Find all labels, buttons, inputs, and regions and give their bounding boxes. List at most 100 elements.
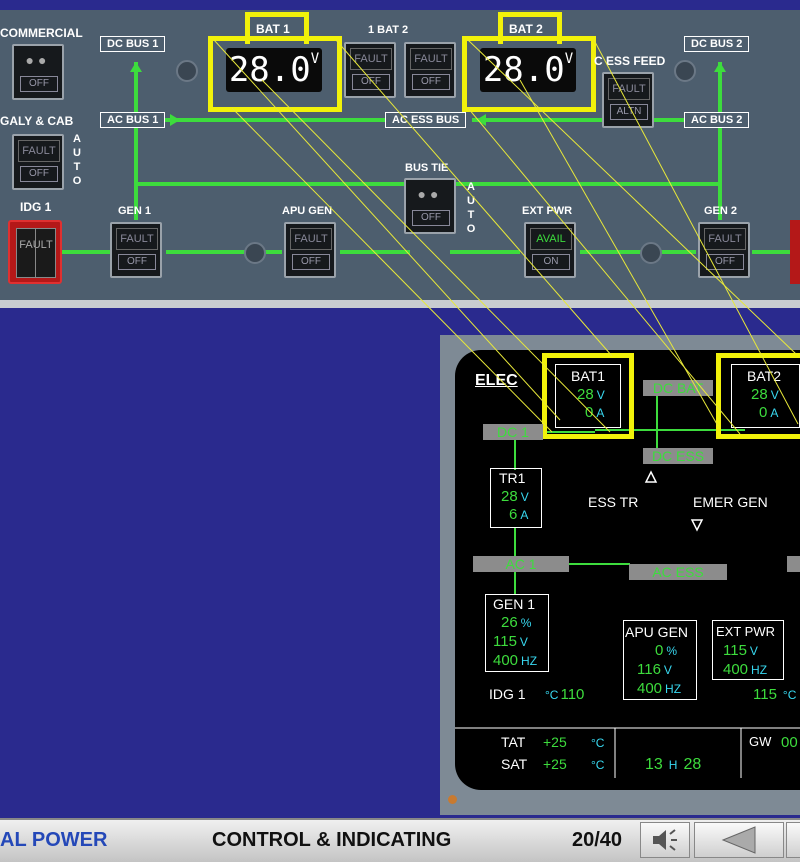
ecam-gen1-label: GEN 1 bbox=[493, 596, 536, 612]
chapter-title: AL POWER bbox=[0, 829, 108, 851]
apu-gen-label: APU GEN bbox=[282, 205, 333, 217]
ecam-tr1-amps: 6A bbox=[509, 506, 529, 523]
annunciator-knob bbox=[176, 60, 198, 82]
ecam-bat1-volts: 28 V bbox=[577, 386, 605, 403]
off-legend: OFF bbox=[352, 74, 390, 90]
divider bbox=[35, 229, 36, 277]
ac-ess-feed-pushbutton[interactable]: FAULT ALTN bbox=[602, 72, 654, 128]
auto-label-bus-tie: AUTO bbox=[466, 181, 476, 235]
fault-legend: FAULT bbox=[17, 239, 55, 251]
previous-page-button[interactable] bbox=[694, 822, 784, 858]
fault-legend: FAULT bbox=[290, 228, 332, 250]
ecam-tat-unit: °C bbox=[591, 736, 605, 750]
ac2-bus-partial bbox=[787, 556, 800, 572]
fault-legend: FAULT bbox=[608, 78, 650, 100]
ecam-gw-label: GW bbox=[749, 734, 772, 749]
ecam-bat1-label: BAT1 bbox=[571, 368, 605, 384]
ecam-sat-label: SAT bbox=[501, 756, 528, 772]
ecam-sat-unit: °C bbox=[591, 758, 605, 772]
ecam-bat1-amps: 0A bbox=[585, 404, 605, 421]
idg2-guarded-pushbutton[interactable] bbox=[790, 220, 800, 284]
commercial-pushbutton[interactable]: ●● OFF bbox=[12, 44, 64, 100]
galy-cab-pushbutton[interactable]: FAULT OFF bbox=[12, 134, 64, 190]
altn-legend: ALTN bbox=[610, 104, 648, 120]
dc-bat-bus: DC BAT bbox=[643, 380, 713, 396]
fault-legend: FAULT bbox=[350, 48, 392, 70]
ecam-tat-value: +25 bbox=[543, 734, 567, 750]
ecam-apu-load: 0% bbox=[655, 642, 678, 659]
bus-tie-pushbutton[interactable]: ●● OFF bbox=[404, 178, 456, 234]
bat2-pushbutton[interactable]: FAULT OFF bbox=[404, 42, 456, 98]
ecam-gen1-load: 26% bbox=[501, 614, 532, 631]
ecam-bat2-amps: 0A bbox=[759, 404, 779, 421]
commercial-label: COMMERCIAL bbox=[0, 26, 83, 40]
course-navigation-bar: AL POWER CONTROL & INDICATING 20/40 bbox=[0, 818, 800, 862]
ext-pwr-label: EXT PWR bbox=[522, 205, 573, 217]
ecam-bat2-volts: 28 V bbox=[751, 386, 779, 403]
ecam-tr1-label: TR1 bbox=[499, 470, 526, 486]
overhead-elec-panel: COMMERCIAL ●● OFF GALY & CAB FAULT OFF A… bbox=[0, 0, 800, 300]
ecam-ext-freq: 400 HZ bbox=[723, 661, 768, 678]
bat1-pushbutton[interactable]: FAULT OFF bbox=[344, 42, 396, 98]
ext-pwr-pushbutton[interactable]: AVAIL ON bbox=[524, 222, 576, 278]
ecam-idg1-label: IDG 1 bbox=[489, 686, 526, 702]
gen2-label: GEN 2 bbox=[704, 205, 738, 217]
fault-legend: FAULT bbox=[410, 48, 452, 70]
indicator-dots: ●● bbox=[25, 52, 51, 68]
audio-button[interactable] bbox=[640, 822, 690, 858]
ac-ess-bus: AC ESS bbox=[629, 564, 727, 580]
off-legend: OFF bbox=[20, 166, 58, 182]
off-legend: OFF bbox=[412, 210, 450, 226]
bat1-voltage-display: 28.0V bbox=[226, 48, 322, 92]
ecam-tat-label: TAT bbox=[501, 734, 526, 750]
page-counter: 20/40 bbox=[572, 829, 623, 851]
ecam-sat-value: +25 bbox=[543, 756, 567, 772]
bat1-label: BAT 1 bbox=[256, 22, 290, 36]
section-title: CONTROL & INDICATING bbox=[212, 829, 452, 851]
ecam-ext-volts: 115 V bbox=[723, 642, 758, 659]
bezel-screw bbox=[448, 795, 457, 804]
ecam-gen1-volts: 115 V bbox=[493, 633, 528, 650]
arrow-left-icon bbox=[721, 826, 756, 854]
bat2-label: BAT 2 bbox=[509, 22, 543, 36]
ecam-clock: 13 H 28 bbox=[645, 756, 702, 773]
ecam-apu-freq: 400 HZ bbox=[637, 680, 682, 697]
annunciator-knob bbox=[244, 242, 266, 264]
gen1-pushbutton[interactable]: FAULT OFF bbox=[110, 222, 162, 278]
avail-legend: AVAIL bbox=[530, 228, 572, 250]
off-legend: OFF bbox=[118, 254, 156, 270]
fault-legend: FAULT bbox=[18, 140, 60, 162]
ecam-tr1-volts: 28 V bbox=[501, 488, 529, 505]
ecam-idg2-temp: 115 °C bbox=[753, 686, 797, 703]
apu-gen-pushbutton[interactable]: FAULT OFF bbox=[284, 222, 336, 278]
auto-label-left: AUTO bbox=[72, 133, 82, 187]
c-ess-feed-label: C ESS FEED bbox=[594, 54, 666, 68]
next-page-button[interactable] bbox=[786, 822, 800, 858]
fault-legend: FAULT bbox=[116, 228, 158, 250]
galy-cab-label: GALY & CAB bbox=[0, 114, 74, 128]
off-legend: OFF bbox=[292, 254, 330, 270]
ecam-bat2-label: BAT2 bbox=[747, 368, 781, 384]
ecam-apu-volts: 116 V bbox=[637, 661, 672, 678]
off-legend: OFF bbox=[706, 254, 744, 270]
ecam-gen1-freq: 400 HZ bbox=[493, 652, 538, 669]
ac1-bus: AC 1 bbox=[473, 556, 569, 572]
ecam-page-title: ELEC bbox=[475, 372, 518, 389]
gen1-label: GEN 1 bbox=[118, 205, 152, 217]
idg1-guarded-pushbutton[interactable]: FAULT bbox=[8, 220, 62, 284]
ac-bus2-label: AC BUS 2 bbox=[684, 112, 750, 128]
gen2-pushbutton[interactable]: FAULT OFF bbox=[698, 222, 750, 278]
idg1-button-face: FAULT bbox=[16, 228, 56, 278]
dc-bus1-label: DC BUS 1 bbox=[100, 36, 166, 52]
indicator-dots: ●● bbox=[417, 186, 443, 202]
ecam-emer-gen-label: EMER GEN bbox=[693, 494, 768, 510]
off-legend: OFF bbox=[412, 74, 450, 90]
ecam-gw-value: 00 bbox=[781, 734, 798, 751]
dc-ess-bus: DC ESS bbox=[643, 448, 713, 464]
ecam-apu-gen-label: APU GEN bbox=[625, 624, 689, 640]
panel-bottom-edge bbox=[0, 300, 800, 308]
ecam-ess-tr-label: ESS TR bbox=[588, 494, 639, 510]
dc-bus2-label: DC BUS 2 bbox=[684, 36, 750, 52]
off-legend: OFF bbox=[20, 76, 58, 92]
fault-legend: FAULT bbox=[704, 228, 746, 250]
